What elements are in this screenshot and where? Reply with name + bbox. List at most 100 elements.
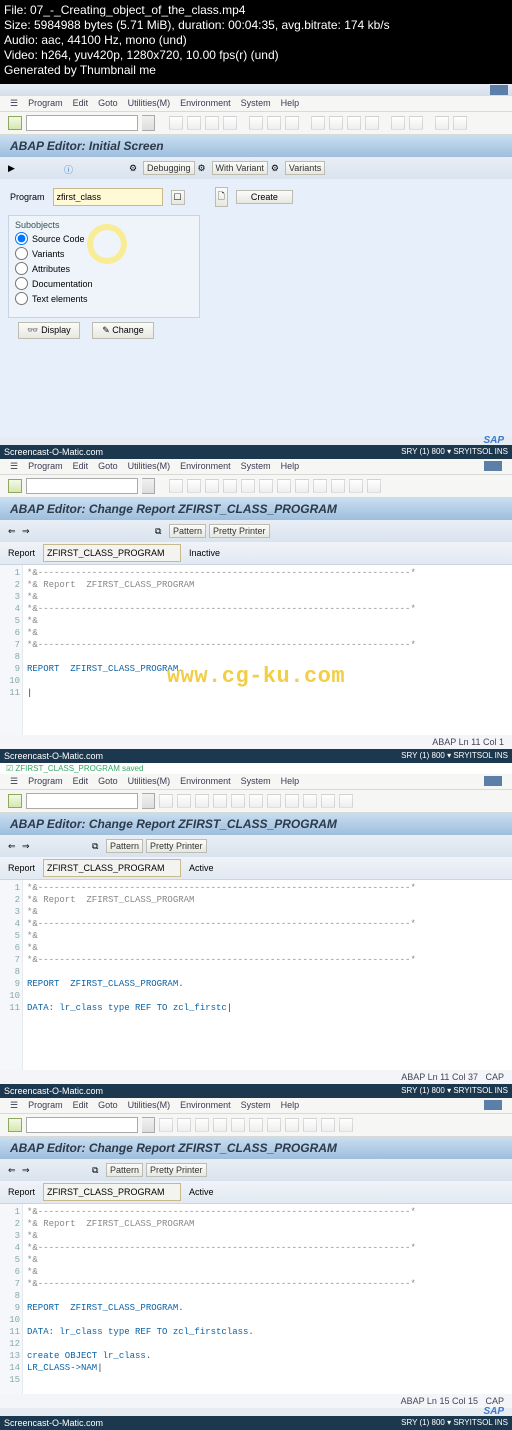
find-icon[interactable]	[267, 116, 281, 130]
back-icon[interactable]	[177, 1118, 191, 1132]
print-icon[interactable]	[231, 794, 245, 808]
radio-text-elements[interactable]: Text elements	[15, 292, 193, 305]
new-session-icon[interactable]	[349, 479, 363, 493]
check-icon[interactable]	[36, 841, 47, 852]
radio-documentation[interactable]: Documentation	[15, 277, 193, 290]
next-page-icon[interactable]	[347, 116, 361, 130]
command-dropdown[interactable]	[142, 115, 155, 131]
set-break-icon[interactable]	[141, 526, 152, 537]
code-area-3[interactable]: 1234567891011 *&------------------------…	[0, 880, 512, 1070]
code-area-4[interactable]: 123456789101112131415 *&----------------…	[0, 1204, 512, 1394]
enter-button[interactable]	[8, 116, 22, 130]
menu-item-environment[interactable]: Environment	[180, 98, 231, 109]
where-used-icon[interactable]	[113, 526, 124, 537]
find-next-icon[interactable]	[285, 116, 299, 130]
first-page-icon[interactable]	[311, 116, 325, 130]
cancel-icon[interactable]	[223, 479, 237, 493]
cancel-icon[interactable]	[223, 116, 237, 130]
exit-icon[interactable]	[205, 116, 219, 130]
display-list-icon[interactable]	[127, 526, 138, 537]
page-icon[interactable]	[303, 1118, 317, 1132]
enter-button[interactable]	[8, 479, 22, 493]
menu-item-system[interactable]: System	[241, 98, 271, 109]
code-lines[interactable]: *&--------------------------------------…	[23, 565, 512, 735]
find-icon[interactable]	[249, 794, 263, 808]
find-icon[interactable]	[249, 1118, 263, 1132]
enter-button[interactable]	[8, 794, 22, 808]
back-icon[interactable]	[187, 116, 201, 130]
save-icon[interactable]	[169, 479, 183, 493]
exit-icon[interactable]	[195, 794, 209, 808]
page-icon[interactable]	[267, 794, 281, 808]
minimize-button[interactable]	[490, 85, 508, 95]
info-icon[interactable]: ⓘ	[64, 163, 75, 174]
where-used-icon[interactable]	[78, 1165, 89, 1176]
activate-icon[interactable]	[50, 841, 61, 852]
create-button[interactable]: Create	[236, 190, 293, 204]
exit-icon[interactable]	[205, 479, 219, 493]
pretty-printer-button[interactable]: Pretty Printer	[146, 1163, 207, 1177]
cancel-icon[interactable]	[213, 794, 227, 808]
other-object-icon[interactable]	[57, 526, 68, 537]
minimize-button[interactable]	[484, 1100, 502, 1110]
copy-icon[interactable]	[78, 163, 89, 174]
back-icon[interactable]	[177, 794, 191, 808]
help-icon[interactable]	[367, 479, 381, 493]
check-icon[interactable]	[36, 1165, 47, 1176]
variants-icon[interactable]: ⚙	[271, 163, 282, 174]
pretty-printer-button[interactable]: Pretty Printer	[209, 524, 270, 538]
menu-item-goto[interactable]: Goto	[98, 98, 118, 109]
sap-menu-icon[interactable]: ☰	[10, 776, 18, 787]
page-icon[interactable]	[285, 1118, 299, 1132]
debugging-button[interactable]: Debugging	[143, 161, 195, 175]
exit-icon[interactable]	[195, 1118, 209, 1132]
rename-icon[interactable]	[92, 163, 103, 174]
save-icon[interactable]	[159, 794, 173, 808]
page-icon[interactable]	[321, 794, 335, 808]
play-icon[interactable]: ▶	[8, 163, 19, 174]
pattern-button[interactable]: Pattern	[106, 839, 143, 853]
pattern-icon[interactable]: ⧉	[155, 526, 166, 537]
activate-icon[interactable]	[50, 1165, 61, 1176]
debugging-icon[interactable]: ⚙	[129, 163, 140, 174]
activate-icon[interactable]	[36, 163, 47, 174]
sap-menu-icon[interactable]: ☰	[10, 98, 18, 109]
help-icon[interactable]	[339, 1118, 353, 1132]
report-input[interactable]	[43, 859, 181, 877]
create-icon[interactable]: 🗋	[215, 187, 228, 207]
help-icon[interactable]	[435, 116, 449, 130]
where-used-icon[interactable]	[50, 163, 61, 174]
menu-item-program[interactable]: Program	[28, 98, 63, 109]
prev-page-icon[interactable]	[295, 479, 309, 493]
check-icon[interactable]	[22, 163, 33, 174]
command-dropdown[interactable]	[142, 1117, 155, 1133]
direct-icon[interactable]	[99, 526, 110, 537]
sap-menu-icon[interactable]: ☰	[10, 1100, 18, 1111]
pattern-icon[interactable]: ⧉	[92, 1165, 103, 1176]
save-icon[interactable]	[169, 116, 183, 130]
variants-button[interactable]: Variants	[285, 161, 325, 175]
fwd-arrow-icon[interactable]: ⇒	[22, 526, 33, 537]
report-input[interactable]	[43, 544, 181, 562]
back-arrow-icon[interactable]: ⇐	[8, 841, 19, 852]
find-icon[interactable]	[259, 479, 273, 493]
where-used-icon[interactable]	[78, 841, 89, 852]
help-icon[interactable]	[339, 794, 353, 808]
customize-icon[interactable]	[453, 116, 467, 130]
back-arrow-icon[interactable]: ⇐	[8, 1165, 19, 1176]
print-icon[interactable]	[231, 1118, 245, 1132]
command-field[interactable]	[26, 478, 138, 494]
search-help-button[interactable]: ☐	[171, 190, 185, 205]
command-dropdown[interactable]	[142, 478, 155, 494]
command-dropdown[interactable]	[142, 793, 155, 809]
command-field[interactable]	[26, 793, 138, 809]
enter-button[interactable]	[8, 1118, 22, 1132]
variant-icon[interactable]: ⚙	[198, 163, 209, 174]
direct-icon[interactable]	[64, 1165, 75, 1176]
delete-icon[interactable]	[106, 163, 117, 174]
code-lines[interactable]: *&--------------------------------------…	[23, 880, 512, 1070]
save-icon[interactable]	[159, 1118, 173, 1132]
direct-icon[interactable]	[64, 841, 75, 852]
page-icon[interactable]	[267, 1118, 281, 1132]
menu-item-help[interactable]: Help	[281, 98, 300, 109]
